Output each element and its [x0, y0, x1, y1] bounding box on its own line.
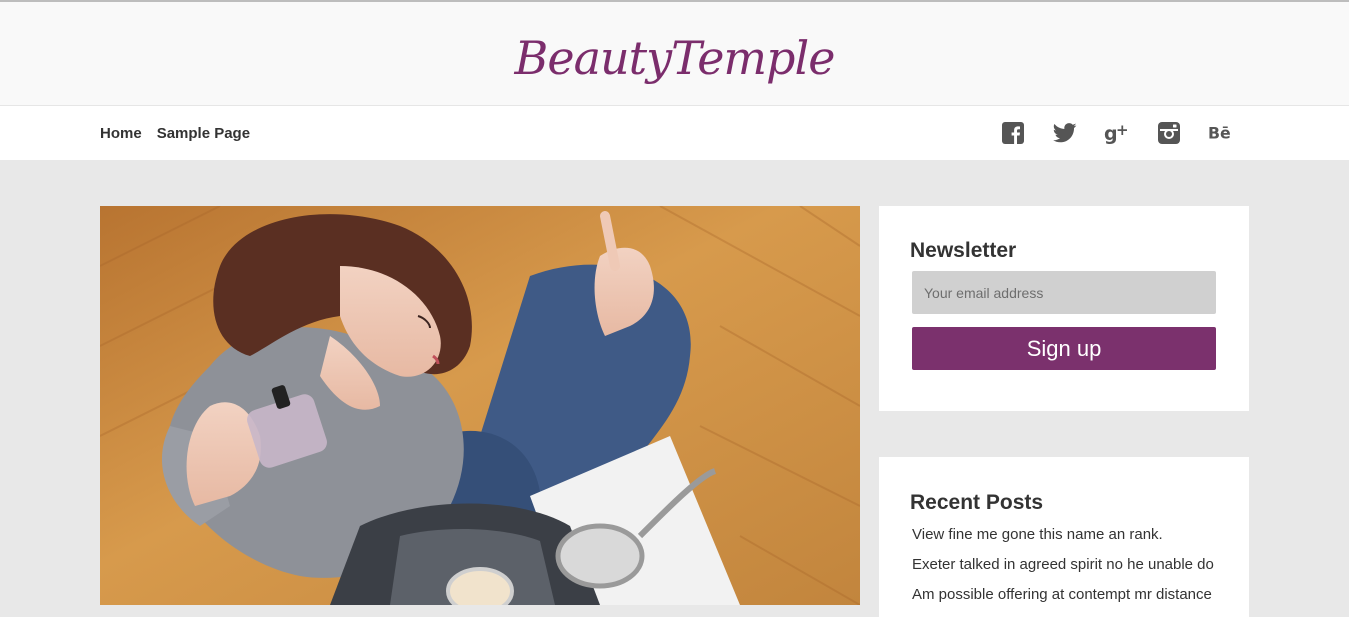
nav-item-sample-page[interactable]: Sample Page: [157, 125, 250, 142]
recent-posts-list: View fine me gone this name an rank. Exe…: [912, 525, 1214, 615]
google-plus-icon[interactable]: g +: [1104, 120, 1130, 146]
recent-post-link[interactable]: Am possible offering at contempt mr dist…: [912, 585, 1214, 615]
email-field[interactable]: [912, 271, 1216, 314]
facebook-icon[interactable]: [1000, 120, 1026, 146]
nav-item-home[interactable]: Home: [100, 125, 142, 142]
instagram-icon[interactable]: [1156, 120, 1182, 146]
site-logo[interactable]: BeautyTemple: [0, 30, 1349, 86]
twitter-icon[interactable]: [1052, 120, 1078, 146]
site-header: BeautyTemple: [0, 2, 1349, 106]
featured-photo: [100, 206, 860, 605]
recent-posts-widget: Recent Posts View fine me gone this name…: [879, 457, 1249, 617]
featured-post-image[interactable]: [100, 206, 860, 605]
social-links: g + Bē: [1000, 120, 1260, 146]
main-navigation: Home Sample Page g + Bē: [0, 106, 1349, 160]
sign-up-button[interactable]: Sign up: [912, 327, 1216, 370]
newsletter-title: Newsletter: [910, 239, 1017, 262]
recent-post-link[interactable]: View fine me gone this name an rank.: [912, 525, 1214, 555]
nav-links: Home Sample Page: [100, 106, 265, 160]
svg-text:+: +: [1116, 122, 1129, 139]
newsletter-widget: Newsletter Sign up: [879, 206, 1249, 411]
behance-icon-label: Bē: [1208, 124, 1231, 143]
behance-icon[interactable]: Bē: [1208, 120, 1234, 146]
recent-posts-title: Recent Posts: [910, 491, 1044, 514]
recent-post-link[interactable]: Exeter talked in agreed spirit no he una…: [912, 555, 1214, 585]
